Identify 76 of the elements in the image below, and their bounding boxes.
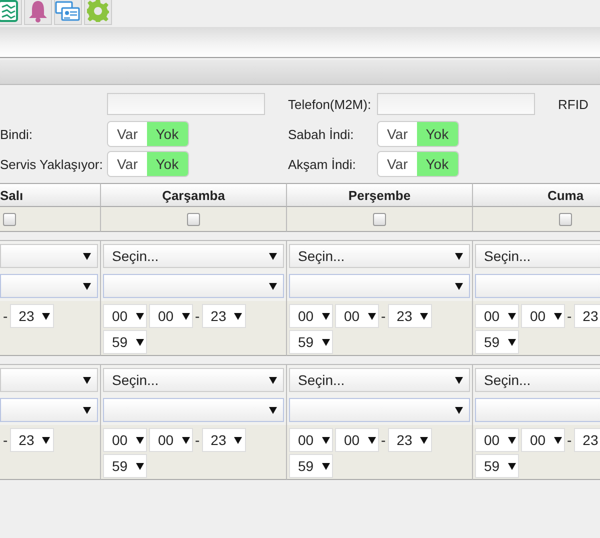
bell-icon[interactable] bbox=[24, 0, 52, 25]
time-dropdown[interactable]: 23 bbox=[574, 428, 600, 452]
time-dropdown[interactable]: 00 bbox=[289, 428, 333, 452]
toggle-option[interactable]: Yok bbox=[416, 122, 458, 146]
toggle-option[interactable]: Yok bbox=[146, 152, 188, 176]
text-field[interactable] bbox=[377, 93, 535, 115]
dropdown[interactable]: Seçin... bbox=[475, 244, 600, 268]
separator-text: - bbox=[3, 431, 8, 450]
text-field[interactable] bbox=[107, 93, 265, 115]
time-dropdown[interactable]: 59 bbox=[289, 330, 333, 354]
column-header: Salı bbox=[0, 183, 101, 207]
dropdown[interactable]: Seçin... bbox=[289, 244, 470, 268]
time-dropdown[interactable]: 23 bbox=[202, 304, 246, 328]
time-dropdown[interactable]: 00 bbox=[289, 304, 333, 328]
dropdown[interactable] bbox=[289, 274, 470, 298]
separator-text: - bbox=[567, 307, 572, 326]
field-label: Servis Yaklaşıyor: bbox=[0, 156, 103, 172]
time-dropdown[interactable]: 00 bbox=[335, 304, 379, 328]
dropdown[interactable] bbox=[0, 274, 98, 298]
dropdown[interactable] bbox=[103, 398, 284, 422]
time-dropdown[interactable]: 23 bbox=[10, 428, 54, 452]
time-dropdown[interactable]: 23 bbox=[574, 304, 600, 328]
dropdown[interactable]: Seçin... bbox=[103, 244, 284, 268]
field-label: Telefon(M2M): bbox=[288, 96, 372, 112]
time-dropdown[interactable]: 00 bbox=[475, 428, 519, 452]
separator-text: - bbox=[195, 307, 200, 326]
checkbox[interactable] bbox=[373, 212, 386, 226]
id-card-icon[interactable] bbox=[54, 0, 82, 25]
checkbox[interactable] bbox=[3, 212, 16, 226]
field-label: Bindi: bbox=[0, 126, 33, 142]
dropdown[interactable] bbox=[0, 368, 98, 392]
dropdown[interactable]: Seçin... bbox=[103, 368, 284, 392]
time-dropdown[interactable]: 23 bbox=[388, 428, 432, 452]
time-dropdown[interactable]: 23 bbox=[10, 304, 54, 328]
time-dropdown[interactable]: 59 bbox=[475, 454, 519, 478]
time-dropdown[interactable]: 00 bbox=[521, 428, 565, 452]
time-dropdown[interactable]: 00 bbox=[103, 304, 147, 328]
toggle-option[interactable]: Yok bbox=[146, 122, 188, 146]
dropdown[interactable] bbox=[0, 244, 98, 268]
column-header: Çarşamba bbox=[101, 183, 287, 207]
dropdown[interactable]: Seçin... bbox=[475, 368, 600, 392]
toggle-option[interactable]: Var bbox=[378, 152, 417, 176]
time-dropdown[interactable]: 00 bbox=[103, 428, 147, 452]
time-dropdown[interactable]: 00 bbox=[521, 304, 565, 328]
toggle-option[interactable]: Yok bbox=[416, 152, 458, 176]
time-dropdown[interactable]: 59 bbox=[103, 454, 147, 478]
dropdown[interactable] bbox=[103, 274, 284, 298]
separator-text: - bbox=[381, 307, 386, 326]
dropdown[interactable] bbox=[289, 398, 470, 422]
field-label: RFID bbox=[558, 96, 588, 112]
dropdown[interactable] bbox=[0, 398, 98, 422]
time-dropdown[interactable]: 00 bbox=[335, 428, 379, 452]
time-dropdown[interactable]: 23 bbox=[388, 304, 432, 328]
column-header: Perşembe bbox=[287, 183, 473, 207]
time-dropdown[interactable]: 59 bbox=[289, 454, 333, 478]
separator-text: - bbox=[3, 307, 8, 326]
checkbox[interactable] bbox=[559, 212, 572, 226]
separator-text: - bbox=[567, 431, 572, 450]
field-label: Sabah İndi: bbox=[288, 126, 354, 142]
field-label: Akşam İndi: bbox=[288, 156, 356, 172]
settings-icon[interactable] bbox=[84, 0, 112, 25]
time-dropdown[interactable]: 00 bbox=[475, 304, 519, 328]
map-icon[interactable] bbox=[0, 0, 22, 25]
time-dropdown[interactable]: 59 bbox=[475, 330, 519, 354]
separator-text: - bbox=[381, 431, 386, 450]
column-header: Cuma bbox=[473, 183, 600, 207]
time-dropdown[interactable]: 59 bbox=[103, 330, 147, 354]
checkbox[interactable] bbox=[187, 212, 200, 226]
toggle-option[interactable]: Var bbox=[108, 122, 147, 146]
dropdown[interactable]: Seçin... bbox=[289, 368, 470, 392]
separator-text: - bbox=[195, 431, 200, 450]
time-dropdown[interactable]: 00 bbox=[149, 428, 193, 452]
toggle-option[interactable]: Var bbox=[378, 122, 417, 146]
time-dropdown[interactable]: 00 bbox=[149, 304, 193, 328]
time-dropdown[interactable]: 23 bbox=[202, 428, 246, 452]
toggle-option[interactable]: Var bbox=[108, 152, 147, 176]
